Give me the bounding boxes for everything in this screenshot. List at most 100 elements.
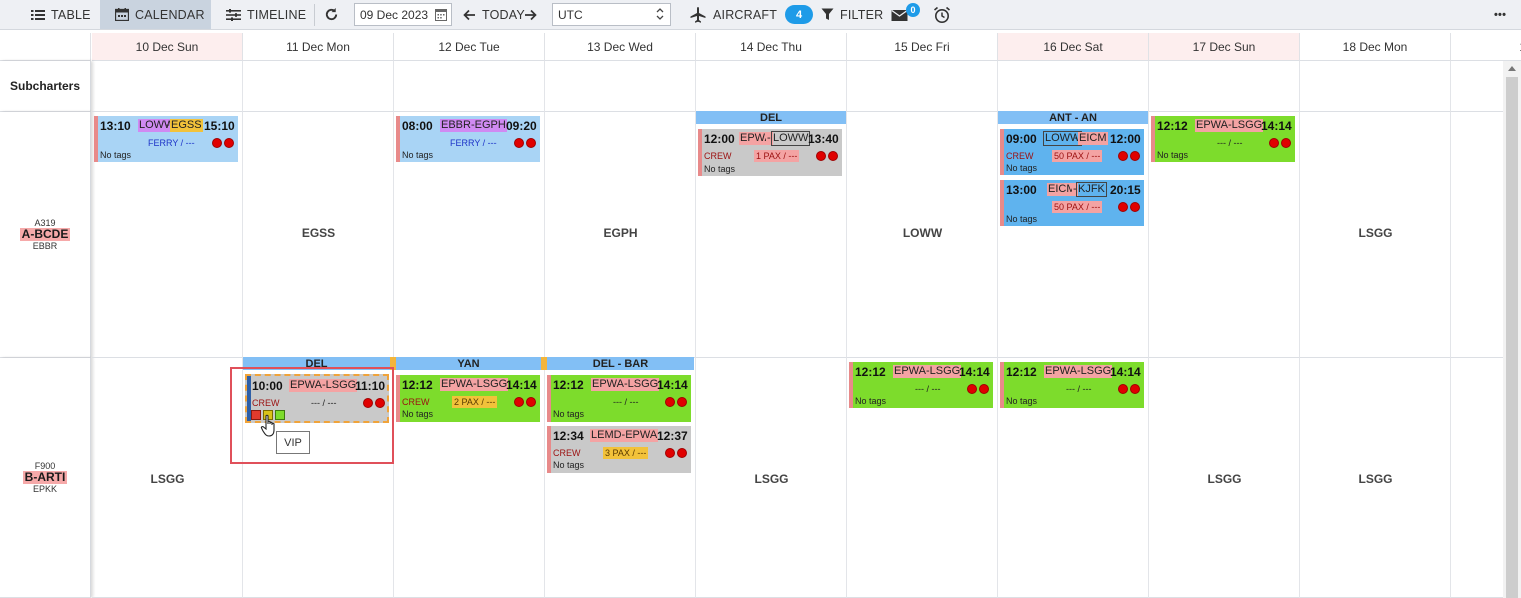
aircraft-button[interactable]: AIRCRAFT 4: [689, 0, 814, 29]
route: EPWA-LSGG: [893, 365, 962, 378]
departure-time: 12:12: [402, 378, 433, 392]
flight-card[interactable]: 08:00 EBBR-EGPH 09:20 FERRY / --- No tag…: [396, 116, 540, 162]
route-separator: -: [766, 132, 772, 145]
flight-tags: No tags: [100, 150, 132, 160]
alarm-button[interactable]: [933, 0, 957, 29]
table-view-label: TABLE: [51, 7, 91, 22]
day-header[interactable]: 11 Dec Mon: [243, 33, 394, 61]
airport-label: LSGG: [1207, 472, 1242, 486]
flight-card[interactable]: 09:00 LOWW - EICM 12:00 CREW 50 PAX / --…: [1000, 129, 1144, 175]
flight-card[interactable]: 12:12 EPWA-LSGG 14:14 --- / --- No tags: [547, 375, 691, 422]
date-picker-icon[interactable]: [435, 8, 447, 21]
previous-day-button[interactable]: [463, 0, 482, 29]
pax-info: --- / ---: [1066, 384, 1092, 394]
vertical-scrollbar[interactable]: [1503, 61, 1521, 598]
departure-time: 08:00: [402, 119, 433, 133]
flight-card[interactable]: 12:12 EPWA-LSGG 14:14 --- / --- No tags: [1151, 116, 1295, 162]
arrival-time: 12:37: [657, 429, 688, 443]
flight-tags: No tags: [855, 396, 887, 406]
refresh-icon: [325, 7, 338, 21]
airport-label: LSGG: [1358, 226, 1393, 240]
flight-card[interactable]: 13:10 LOWW - EGSS 15:10 FERRY / --- No t…: [94, 116, 238, 162]
filter-button[interactable]: FILTER: [821, 0, 883, 29]
calendar-cell[interactable]: [92, 61, 243, 112]
grid-corner: [0, 33, 91, 61]
calendar-cell[interactable]: [545, 61, 696, 112]
crew-label: CREW: [402, 397, 430, 407]
calendar-cell[interactable]: [696, 61, 847, 112]
calendar-view-button[interactable]: CALENDAR: [100, 0, 211, 29]
date-input[interactable]: 09 Dec 2023: [354, 3, 452, 26]
day-header[interactable]: 16 Dec Sat: [998, 33, 1149, 61]
status-dots: [1269, 138, 1291, 148]
crew-label: CREW: [1006, 151, 1034, 161]
day-header[interactable]: 15 Dec Fri: [847, 33, 998, 61]
day-header[interactable]: 10 Dec Sun: [92, 33, 243, 61]
route: EPWA-LSGG: [440, 378, 509, 391]
table-view-button[interactable]: TABLE: [31, 0, 91, 29]
day-header[interactable]: 17 Dec Sun: [1149, 33, 1300, 61]
status-dot: [1130, 384, 1140, 394]
airport-label: LSGG: [754, 472, 789, 486]
today-button[interactable]: TODAY: [482, 0, 525, 29]
departure-time: 12:00: [704, 132, 735, 146]
flight-card[interactable]: 12:12 EPWA-LSGG 14:14 --- / --- No tags: [849, 362, 993, 408]
trip-bar[interactable]: DEL: [696, 111, 846, 124]
arrival-time: 14:14: [506, 378, 537, 392]
departure-time: 09:00: [1006, 132, 1037, 146]
flight-status-stripe: [698, 129, 702, 176]
flight-card[interactable]: 12:00 EPWA - LOWW 13:40 CREW 1 PAX / ---…: [698, 129, 842, 176]
flight-status-stripe: [396, 375, 400, 422]
arrival-time: 15:10: [204, 119, 235, 133]
arrival-time: 20:15: [1110, 183, 1141, 197]
flight-card[interactable]: 12:34 LEMD-EPWA 12:37 CREW 3 PAX / --- N…: [547, 426, 691, 473]
tag-tooltip: VIP: [276, 431, 310, 454]
day-header[interactable]: 13 Dec Wed: [545, 33, 696, 61]
route-to: LOWW: [770, 131, 811, 146]
row-header-aircraft-a-bcde[interactable]: A319 A-BCDE EBBR: [0, 112, 91, 358]
timeline-view-button[interactable]: TIMELINE: [226, 0, 306, 29]
next-day-button[interactable]: [524, 0, 543, 29]
filter-icon: [821, 8, 834, 20]
calendar-cell[interactable]: [998, 61, 1149, 112]
trip-bar[interactable]: YAN: [396, 357, 541, 370]
trip-bar[interactable]: ANT - AN: [998, 111, 1148, 124]
calendar-cell[interactable]: [1300, 61, 1451, 112]
trip-bar[interactable]: DEL - BAR: [547, 357, 694, 370]
calendar-cell[interactable]: [243, 61, 394, 112]
flight-status-stripe: [1000, 180, 1004, 226]
scroll-up-icon[interactable]: [1508, 65, 1516, 71]
scrollbar-thumb[interactable]: [1506, 77, 1518, 598]
flight-tags: No tags: [553, 409, 585, 419]
flight-card[interactable]: 13:00 EICM - KJFK 20:15 50 PAX / --- No …: [1000, 180, 1144, 226]
timezone-select[interactable]: UTC: [552, 3, 671, 26]
flight-card[interactable]: 12:12 EPWA-LSGG 14:14 CREW 2 PAX / --- N…: [396, 375, 540, 422]
day-header[interactable]: 19: [1451, 33, 1521, 61]
departure-time: 12:12: [1157, 119, 1188, 133]
more-options-button[interactable]: •••: [1494, 0, 1506, 29]
status-dots: [1118, 202, 1140, 212]
day-header[interactable]: 14 Dec Thu: [696, 33, 847, 61]
row-header-aircraft-b-arti[interactable]: F900 B-ARTI EPKK: [0, 358, 91, 598]
status-dot: [514, 138, 524, 148]
pax-info: 50 PAX / ---: [1052, 201, 1103, 213]
status-dot: [665, 448, 675, 458]
route: EPWA-LSGG: [591, 378, 660, 391]
day-header[interactable]: 18 Dec Mon: [1300, 33, 1451, 61]
calendar-cell[interactable]: [394, 61, 545, 112]
status-dots: [514, 397, 536, 407]
crew-label: CREW: [704, 151, 732, 161]
day-header[interactable]: 12 Dec Tue: [394, 33, 545, 61]
calendar-cell[interactable]: [847, 61, 998, 112]
pax-info: 3 PAX / ---: [603, 447, 649, 459]
departure-time: 12:12: [553, 378, 584, 392]
departure-time: 12:12: [1006, 365, 1037, 379]
flight-card[interactable]: 12:12 EPWA-LSGG 14:14 --- / --- No tags: [1000, 362, 1144, 408]
refresh-button[interactable]: [324, 0, 345, 29]
route-to: EICM: [1078, 132, 1108, 145]
alarm-clock-icon: [933, 6, 951, 23]
row-header-subcharters[interactable]: Subcharters: [0, 61, 91, 112]
calendar-cell[interactable]: [1149, 61, 1300, 112]
status-dot: [526, 138, 536, 148]
departure-time: 12:12: [855, 365, 886, 379]
